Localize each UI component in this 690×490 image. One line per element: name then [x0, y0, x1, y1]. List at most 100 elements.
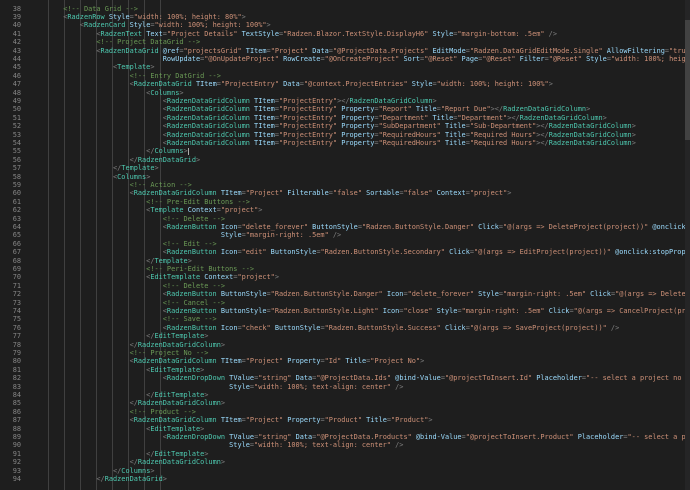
- code-line[interactable]: 63 <!-- Delete -->: [0, 215, 690, 223]
- code-line[interactable]: 68 </Template>: [0, 257, 690, 265]
- code-line[interactable]: 53 <RadzenDataGridColumn TItem="ProjectE…: [0, 131, 690, 139]
- code-token: RadzenText: [100, 29, 143, 38]
- code-line[interactable]: 86 <!-- Product -->: [0, 408, 690, 416]
- vertical-scrollbar[interactable]: [685, 0, 690, 490]
- code-token: <!-- Data Grid -->: [63, 4, 138, 13]
- code-token: Data: [291, 374, 313, 383]
- code-line[interactable]: 73 <!-- Cancel -->: [0, 299, 690, 307]
- code-line[interactable]: 80 <RadzenDataGridColumn TItem="Project"…: [0, 357, 690, 365]
- code-line[interactable]: 69 <!-- Peri-Edit Buttons -->: [0, 265, 690, 273]
- code-line[interactable]: 82 <RadzenDropDown TValue="string" Data=…: [0, 374, 690, 382]
- code-line[interactable]: 79 <!-- Project No -->: [0, 349, 690, 357]
- code-token: EditTemplate: [154, 390, 205, 399]
- code-line[interactable]: 50 <RadzenDataGridColumn TItem="ProjectE…: [0, 105, 690, 113]
- code-line[interactable]: 46 <!-- Entry DatGrid -->: [0, 72, 690, 80]
- code-line[interactable]: 47 <RadzenDataGrid TItem="ProjectEntry" …: [0, 80, 690, 88]
- line-number: 85: [12, 399, 21, 408]
- code-token: >: [200, 365, 205, 374]
- code-line[interactable]: 84 </EditTemplate>: [0, 391, 690, 399]
- code-line[interactable]: 62 <Template Context="project">: [0, 206, 690, 214]
- line-number: 41: [12, 29, 21, 38]
- code-line[interactable]: 77 </EditTemplate>: [0, 332, 690, 340]
- code-line[interactable]: 56 </RadzenDataGrid>: [0, 156, 690, 164]
- code-line[interactable]: 81 <EditTemplate>: [0, 366, 690, 374]
- code-token: EditTemplate: [150, 273, 201, 282]
- code-line[interactable]: 58 <Columns>: [0, 173, 690, 181]
- code-text: <RadzenDropDown TValue="string" Data="@P…: [30, 374, 690, 382]
- code-token: >: [241, 12, 246, 21]
- code-text: <RadzenDataGridColumn TItem="ProjectEntr…: [30, 122, 636, 130]
- code-token: Sortable: [361, 189, 400, 198]
- code-token: RadzenDataGridColumn: [519, 113, 603, 122]
- code-line[interactable]: 54 <RadzenDataGridColumn TItem="ProjectE…: [0, 139, 690, 147]
- line-number: 58: [12, 172, 21, 181]
- code-line[interactable]: 64 <RadzenButton Icon="delete_forever" B…: [0, 223, 690, 231]
- code-line[interactable]: 44 RowUpdate="@OnUpdateProject" RowCreat…: [0, 55, 690, 63]
- code-line[interactable]: 40 <RadzenCard Style="width: 100%; heigh…: [0, 21, 690, 29]
- code-token: >: [204, 390, 209, 399]
- code-line[interactable]: 89 <RadzenDropDown TValue="string" Data=…: [0, 433, 690, 441]
- code-line[interactable]: 59 <!-- Action -->: [0, 181, 690, 189]
- code-line[interactable]: 92 </RadzenDataGridColumn>: [0, 458, 690, 466]
- code-token: "string": [258, 432, 292, 441]
- code-token: RadzenDataGridColumn: [166, 96, 250, 105]
- code-line[interactable]: 94 </RadzenDataGrid>: [0, 475, 690, 483]
- scrollbar-thumb[interactable]: [685, 20, 690, 140]
- code-token: "Project No": [370, 357, 421, 366]
- code-line[interactable]: 57 </Template>: [0, 164, 690, 172]
- code-line[interactable]: 45 <Template>: [0, 63, 690, 71]
- code-token: "margin-right: .5em": [461, 306, 545, 315]
- code-line[interactable]: 93 </Columns>: [0, 467, 690, 475]
- code-line[interactable]: 76 <RadzenButton Icon="check" ButtonStyl…: [0, 324, 690, 332]
- code-token: Style: [229, 382, 250, 391]
- code-text: <Template>: [30, 63, 155, 71]
- code-token: </: [129, 340, 138, 349]
- code-line[interactable]: 41 <RadzenText Text="Project Details" Te…: [0, 30, 690, 38]
- code-line[interactable]: 72 <RadzenButton ButtonStyle="Radzen.But…: [0, 290, 690, 298]
- code-token: @bind-Value: [411, 432, 462, 441]
- code-line[interactable]: 70 <EditTemplate Context="project">: [0, 273, 690, 281]
- code-line[interactable]: 51 <RadzenDataGridColumn TItem="ProjectE…: [0, 114, 690, 122]
- code-token: "check": [241, 323, 271, 332]
- code-token: TItem: [249, 113, 275, 122]
- code-token: ButtonStyle: [216, 306, 267, 315]
- code-text: <!-- Delete -->: [30, 215, 225, 223]
- code-line[interactable]: 61 <!-- Pre-Edit Buttons -->: [0, 198, 690, 206]
- code-token: "project": [237, 273, 275, 282]
- code-token: Columns: [121, 466, 151, 475]
- code-line[interactable]: 49 <RadzenDataGridColumn TItem="ProjectE…: [0, 97, 690, 105]
- code-token: </: [129, 155, 138, 164]
- code-line[interactable]: 66 <!-- Edit -->: [0, 240, 690, 248]
- line-number: 62: [12, 206, 21, 215]
- code-line[interactable]: 83 Style="width: 100%; text-align: cente…: [0, 383, 690, 391]
- code-line[interactable]: 67 <RadzenButton Icon="edit" ButtonStyle…: [0, 248, 690, 256]
- code-line[interactable]: 90 Style="width: 100%; text-align: cente…: [0, 441, 690, 449]
- code-line[interactable]: 88 <EditTemplate>: [0, 425, 690, 433]
- code-line[interactable]: 91 </EditTemplate>: [0, 450, 690, 458]
- code-line[interactable]: 65 Style="margin-right: .5em" />: [0, 231, 690, 239]
- code-line[interactable]: 85 </RadzenDataGridColumn>: [0, 399, 690, 407]
- code-line[interactable]: 71 <!-- Delete -->: [0, 282, 690, 290]
- code-line[interactable]: 48 <Columns>: [0, 89, 690, 97]
- code-text: <RadzenDataGridColumn TItem="ProjectEntr…: [30, 139, 636, 147]
- code-text: Style="width: 100%; text-align: center" …: [30, 441, 403, 449]
- line-number: 45: [12, 63, 21, 72]
- code-line[interactable]: 87 <RadzenDataGridColumn TItem="Project"…: [0, 416, 690, 424]
- code-line[interactable]: 52 <RadzenDataGridColumn TItem="ProjectE…: [0, 122, 690, 130]
- code-line[interactable]: 60 <RadzenDataGridColumn TItem="Project"…: [0, 189, 690, 197]
- code-line[interactable]: 78 </RadzenDataGridColumn>: [0, 341, 690, 349]
- code-line[interactable]: 38 <!-- Data Grid -->: [0, 5, 690, 13]
- code-line[interactable]: 55 </Columns>: [0, 147, 690, 155]
- line-number: 69: [12, 264, 21, 273]
- code-line[interactable]: 39 <RadzenRow Style="width: 100%; height…: [0, 13, 690, 21]
- code-editor[interactable]: 38 <!-- Data Grid --> 39 <RadzenRow Style…: [0, 0, 690, 490]
- code-line[interactable]: 74 <RadzenButton ButtonStyle="Radzen.But…: [0, 307, 690, 315]
- code-line[interactable]: 42 <!-- Project DataGrid -->: [0, 38, 690, 46]
- code-text: <RadzenDataGridColumn TItem="ProjectEntr…: [30, 131, 636, 139]
- code-line[interactable]: 75 <!-- Save -->: [0, 315, 690, 323]
- code-line[interactable]: 43 <RadzenDataGrid @ref="projectsGrid" T…: [0, 47, 690, 55]
- code-text: <!-- Entry DatGrid -->: [30, 72, 221, 80]
